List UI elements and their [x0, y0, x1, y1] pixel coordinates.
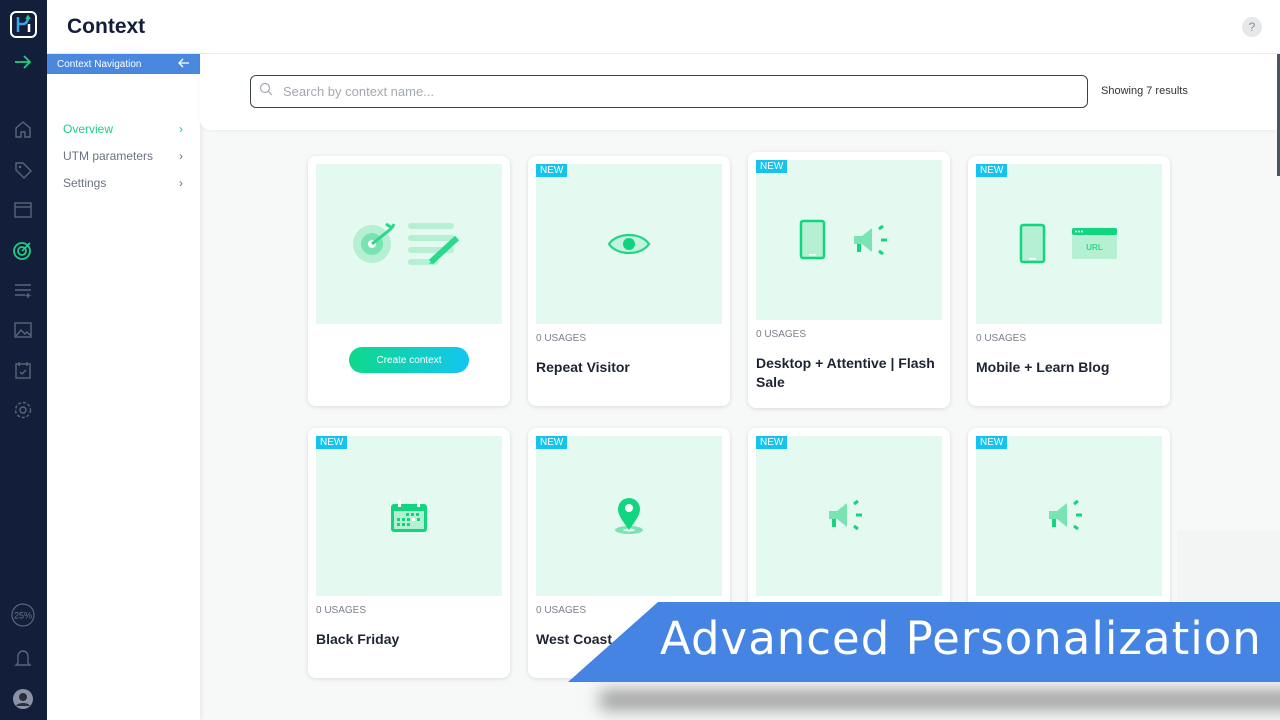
target-notes-icon [353, 222, 460, 265]
context-name: Mobile + Learn Blog [976, 359, 1110, 375]
eye-icon [607, 233, 651, 255]
create-context-button[interactable]: Create context [349, 347, 469, 373]
new-badge: NEW [756, 160, 788, 173]
subnav-title: Context Navigation [57, 58, 142, 70]
context-name: Repeat Visitor [536, 359, 630, 375]
avatar[interactable] [11, 687, 35, 711]
results-count: Showing 7 results [1101, 85, 1188, 97]
chevron-right-icon: › [179, 122, 183, 136]
url-label: URL [1086, 243, 1103, 252]
home-icon[interactable] [11, 117, 35, 141]
usages-count: 0 USAGES [536, 333, 587, 344]
chevron-right-icon: › [179, 176, 183, 190]
usages-count: 0 USAGES [976, 333, 1027, 344]
location-pin-icon [615, 498, 643, 534]
app-logo[interactable] [10, 11, 37, 38]
list-add-icon[interactable] [11, 278, 35, 302]
usages-count: 0 USAGES [316, 605, 367, 616]
context-navigation: Context Navigation Overview › UTM paramet… [47, 54, 200, 720]
search-input[interactable] [283, 84, 1063, 99]
calendar-icon [391, 500, 427, 532]
search-field[interactable] [250, 75, 1088, 108]
new-badge: NEW [536, 164, 568, 177]
collapse-arrow-icon[interactable] [178, 58, 190, 71]
gear-icon[interactable] [11, 398, 35, 422]
subnav-header: Context Navigation [47, 54, 200, 74]
layout-icon[interactable] [11, 198, 35, 222]
calendar-check-icon[interactable] [11, 358, 35, 382]
card-thumbnail: NEW URL [976, 164, 1162, 324]
card-thumbnail: NEW [976, 436, 1162, 596]
help-button[interactable]: ? [1242, 17, 1262, 37]
target-icon[interactable] [11, 238, 35, 262]
expand-arrow-icon[interactable] [11, 50, 35, 74]
subnav-item-overview[interactable]: Overview › [63, 122, 183, 136]
new-badge: NEW [316, 436, 348, 449]
phone-url-icon: URL [1019, 223, 1117, 264]
banner-shadow [600, 690, 1280, 710]
background-panel [1177, 530, 1280, 610]
create-context-card: Create context [308, 156, 510, 406]
context-name: Black Friday [316, 631, 400, 647]
card-thumbnail: NEW [756, 436, 942, 596]
subnav-item-label: Overview [63, 122, 114, 136]
card-thumbnail: NEW [756, 160, 942, 320]
context-card[interactable]: NEW 0 USAGES Desktop + Attentive | Flash… [748, 152, 950, 408]
chevron-right-icon: › [179, 149, 183, 163]
new-badge: NEW [756, 436, 788, 449]
tag-icon[interactable] [11, 158, 35, 182]
context-name: Desktop + Attentive | Flash Sale [756, 355, 935, 390]
phone-megaphone-icon [799, 219, 887, 260]
usages-count: 0 USAGES [536, 605, 587, 616]
context-card[interactable]: NEW URL 0 USAGES Mobile + Learn Blog [968, 156, 1170, 406]
subnav-item-label: Settings [63, 176, 107, 190]
progress-label: 25% [14, 611, 32, 621]
subnav-item-label: UTM parameters [63, 149, 154, 163]
image-icon[interactable] [11, 318, 35, 342]
usages-count: 0 USAGES [756, 329, 807, 340]
subnav-item-settings[interactable]: Settings › [63, 176, 183, 190]
subnav-item-utm-parameters[interactable]: UTM parameters › [63, 149, 183, 163]
context-card[interactable]: NEW 0 USAGES Repeat Visitor [528, 156, 730, 406]
banner-text: Advanced Personalization [660, 612, 1262, 665]
context-card[interactable]: NEW 0 USAGES Black Friday [308, 428, 510, 678]
app-rail: 25% [0, 0, 47, 720]
megaphone-icon [829, 499, 862, 531]
progress-indicator[interactable]: 25% [11, 603, 35, 627]
search-icon [259, 82, 273, 101]
card-thumbnail: NEW [316, 436, 502, 596]
new-badge: NEW [976, 164, 1008, 177]
bell-icon[interactable] [11, 646, 35, 670]
top-bar: Context ? [47, 0, 1280, 54]
megaphone-icon [1049, 499, 1082, 531]
card-thumbnail: NEW [536, 164, 722, 324]
search-panel: Showing 7 results [200, 54, 1280, 130]
new-badge: NEW [976, 436, 1008, 449]
new-badge: NEW [536, 436, 568, 449]
card-thumbnail: NEW [536, 436, 722, 596]
page-title: Context [67, 15, 146, 38]
create-illustration [316, 164, 502, 324]
